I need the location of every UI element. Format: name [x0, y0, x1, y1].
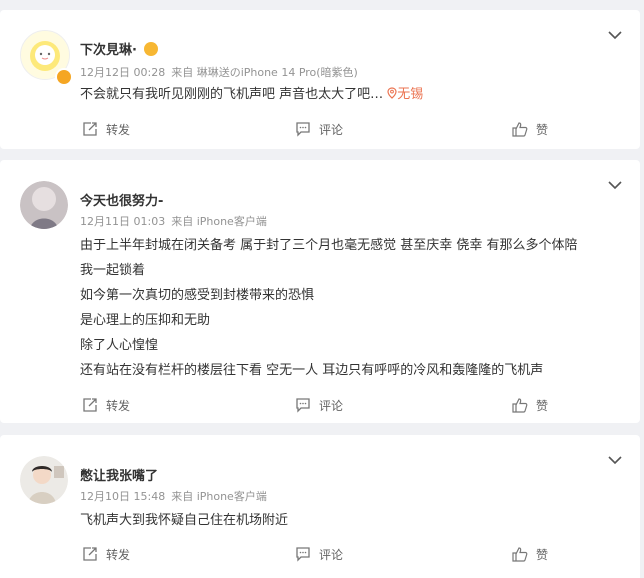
post-source: 来自 iPhone客户端 [171, 490, 267, 503]
location-link[interactable]: 无锡 [387, 87, 423, 102]
repost-button[interactable]: 转发 [82, 544, 130, 564]
comment-text-line: 由于上半年封城在闭关备考 属于封了三个月也毫无感觉 甚至庆幸 侥幸 有那么多个体… [80, 238, 578, 253]
username[interactable]: 下次見琳· [80, 39, 159, 58]
comment-button[interactable]: 评论 [295, 395, 343, 415]
thumbs-up-icon [512, 547, 528, 562]
post-source: 来自 琳琳送のiPhone 14 Pro(暗紫色) [171, 66, 358, 79]
comment-text-line: 如今第一次真切的感受到封楼带来的恐惧 [80, 288, 315, 303]
comment-button[interactable]: 评论 [295, 544, 343, 564]
like-button[interactable]: 赞 [512, 395, 548, 415]
repost-icon [83, 547, 97, 561]
comment-text: 不会就只有我听见刚刚的飞机声吧 声音也太大了吧… 无锡 [80, 87, 424, 102]
repost-icon [83, 398, 97, 412]
chevron-down-icon[interactable] [608, 30, 622, 40]
chevron-down-icon[interactable] [608, 455, 622, 465]
comment-card: 下次見琳· 12月12日 00:28 来自 琳琳送のiPhone 14 Pro(暗… [0, 10, 640, 149]
like-button[interactable]: 赞 [512, 119, 548, 139]
post-meta: 12月12日 00:28 来自 琳琳送のiPhone 14 Pro(暗紫色) [80, 64, 364, 80]
action-bar: 转发 评论 赞 [0, 395, 640, 415]
location-pin-icon [387, 87, 397, 99]
comment-icon [296, 122, 310, 137]
username[interactable]: 今天也很努力- [80, 190, 163, 209]
avatar[interactable] [20, 456, 68, 504]
username[interactable]: 憋让我张嘴了 [80, 465, 158, 484]
comment-icon [296, 398, 310, 413]
comment-card: 憋让我张嘴了 12月10日 15:48 来自 iPhone客户端 飞机声大到我怀疑… [0, 435, 640, 578]
like-button[interactable]: 赞 [512, 544, 548, 564]
comment-card: 今天也很努力- 12月11日 01:03 来自 iPhone客户端 由于上半年封城… [0, 160, 640, 423]
post-date[interactable]: 12月11日 01:03 [80, 215, 165, 228]
comment-text-line: 我一起锁着 [80, 263, 146, 278]
post-date[interactable]: 12月10日 15:48 [80, 490, 165, 503]
post-meta: 12月10日 15:48 来自 iPhone客户端 [80, 488, 273, 504]
thumbs-up-icon [512, 398, 528, 413]
repost-button[interactable]: 转发 [82, 395, 130, 415]
comment-text-line: 除了人心惶惶 [80, 338, 159, 353]
action-bar: 转发 评论 赞 [0, 544, 640, 564]
repost-button[interactable]: 转发 [82, 119, 130, 139]
avatar-image [20, 181, 68, 229]
avatar[interactable] [20, 181, 68, 229]
emoji-icon [144, 42, 159, 56]
comment-button[interactable]: 评论 [295, 119, 343, 139]
comment-text-line: 是心理上的压抑和无助 [80, 313, 211, 328]
avatar-image [20, 456, 68, 504]
comment-text-line: 还有站在没有栏杆的楼层往下看 空无一人 耳边只有呼呼的冷风和轰隆隆的飞机声 [80, 363, 544, 378]
post-source: 来自 iPhone客户端 [171, 215, 267, 228]
comment-text: 飞机声大到我怀疑自己住在机场附近 [80, 513, 289, 528]
post-date[interactable]: 12月12日 00:28 [80, 66, 165, 79]
chevron-down-icon[interactable] [608, 180, 622, 190]
action-bar: 转发 评论 赞 [0, 119, 640, 139]
post-meta: 12月11日 01:03 来自 iPhone客户端 [80, 213, 273, 229]
repost-icon [83, 122, 97, 136]
vip-badge-icon [55, 68, 73, 86]
thumbs-up-icon [512, 122, 528, 137]
comment-icon [296, 547, 310, 562]
